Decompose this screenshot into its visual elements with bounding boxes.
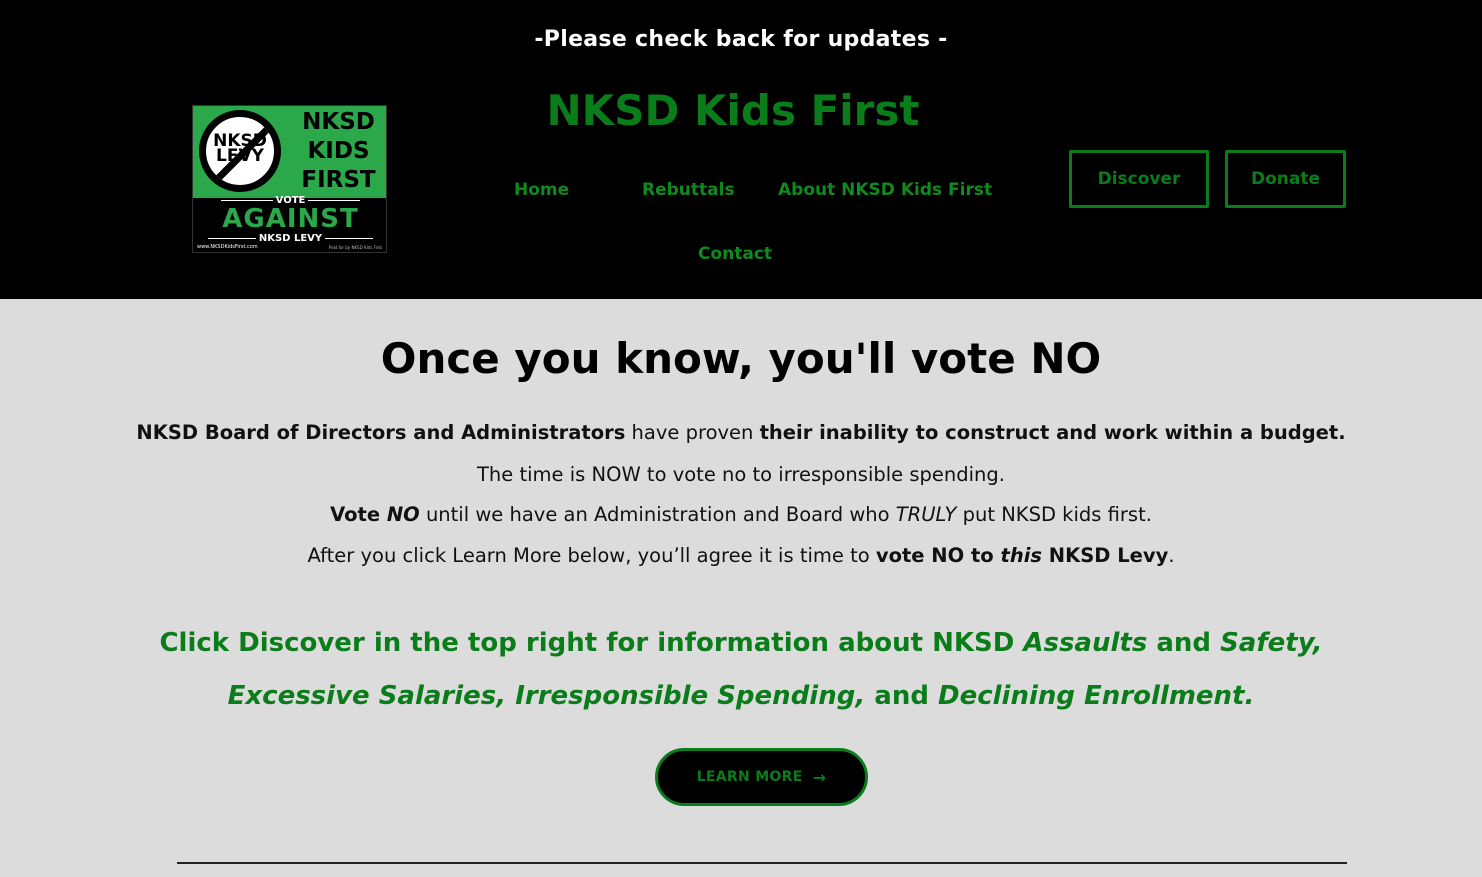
body-line-3: Vote NO until we have an Administration … xyxy=(330,503,1152,526)
body-line-2: The time is NOW to vote no to irresponsi… xyxy=(477,463,1005,486)
logo-word-kids: KIDS xyxy=(307,138,370,164)
discover-info-line-1: Click Discover in the top right for info… xyxy=(159,628,1323,658)
section-divider xyxy=(177,862,1347,864)
nav-item-rebuttals[interactable]: Rebuttals xyxy=(642,180,735,200)
no-levy-icon: NKSD LEVY xyxy=(199,110,281,192)
nav-item-home[interactable]: Home xyxy=(514,180,569,200)
nav-item-contact[interactable]: Contact xyxy=(698,244,772,264)
logo-green-panel: NKSD LEVY NKSD KIDS FIRST xyxy=(193,106,386,198)
donate-button[interactable]: Donate xyxy=(1225,150,1346,208)
announcement-banner: -Please check back for updates - xyxy=(534,27,948,52)
discover-info-line-2: Excessive Salaries, Irresponsible Spendi… xyxy=(227,681,1255,711)
logo-words: NKSD KIDS FIRST xyxy=(291,108,386,195)
body-line-4: After you click Learn More below, you’ll… xyxy=(307,544,1175,567)
logo-word-nksd: NKSD xyxy=(302,109,375,135)
logo-paid-text: Paid for by NKSD Kids First xyxy=(328,245,382,250)
arrow-right-icon: → xyxy=(812,767,827,787)
site-header: -Please check back for updates - NKSD LE… xyxy=(0,0,1482,299)
nav-item-about[interactable]: About NKSD Kids First xyxy=(778,180,992,200)
body-line-1: NKSD Board of Directors and Administrato… xyxy=(136,421,1346,444)
page-headline: Once you know, you'll vote NO xyxy=(380,334,1102,383)
learn-more-label: LEARN MORE xyxy=(696,769,803,785)
logo-levy-text: NKSD LEVY xyxy=(193,233,386,244)
discover-button[interactable]: Discover xyxy=(1069,150,1209,208)
logo-against-text: AGAINST xyxy=(222,204,359,234)
site-logo[interactable]: NKSD LEVY NKSD KIDS FIRST VOTE AGAINST N… xyxy=(192,105,387,253)
logo-word-first: FIRST xyxy=(301,167,376,193)
site-title: NKSD Kids First xyxy=(546,86,920,135)
learn-more-button[interactable]: LEARN MORE → xyxy=(655,748,868,806)
logo-url-text: www.NKSDKidsFirst.com xyxy=(197,244,258,250)
